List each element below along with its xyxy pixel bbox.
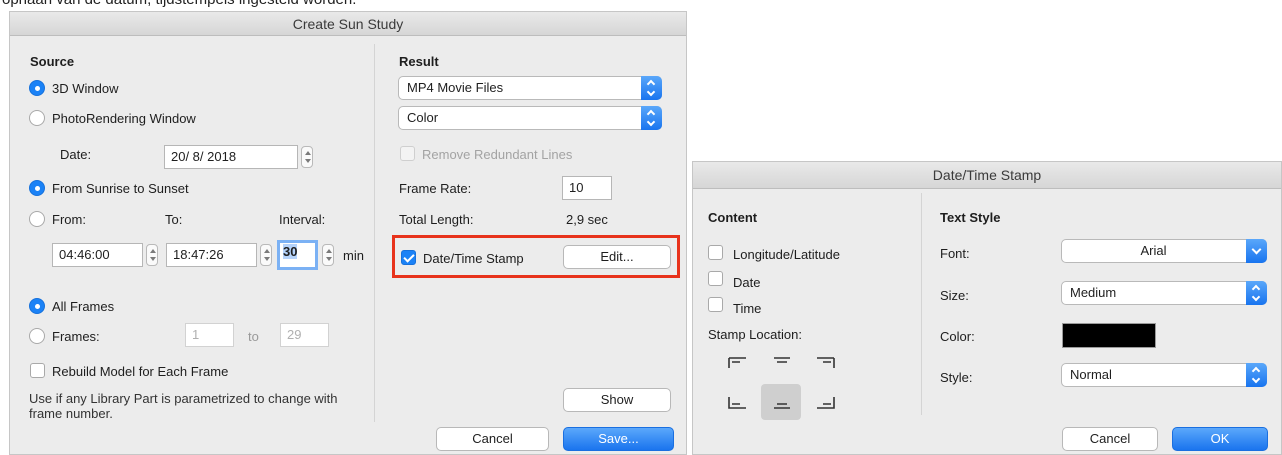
updown-arrow-icon <box>1246 281 1267 305</box>
radio-photorendering-window[interactable] <box>29 110 45 126</box>
font-popup[interactable]: Arial <box>1061 239 1267 263</box>
location-bottom-right-icon[interactable] <box>815 396 835 410</box>
text-style-heading: Text Style <box>940 210 1001 225</box>
from-time-field[interactable]: 04:46:00 <box>52 243 143 267</box>
ok-button[interactable]: OK <box>1172 427 1268 451</box>
total-length-label: Total Length: <box>399 212 474 227</box>
style-label: Style: <box>940 370 973 385</box>
radio-sunrise-label: From Sunrise to Sunset <box>52 181 189 196</box>
to-time-field[interactable]: 18:47:26 <box>166 243 257 267</box>
longitude-latitude-checkbox[interactable] <box>708 245 723 260</box>
remove-redundant-lines-label: Remove Redundant Lines <box>422 147 573 162</box>
location-top-right-icon[interactable] <box>815 356 835 370</box>
date-checkbox[interactable] <box>708 271 723 286</box>
location-bottom-center-icon[interactable] <box>772 396 792 410</box>
frame-rate-value: 10 <box>569 180 584 195</box>
source-heading: Source <box>30 54 75 69</box>
frames-from-field[interactable]: 1 <box>185 323 234 347</box>
date-field[interactable]: 20/ 8/ 2018 <box>164 145 298 169</box>
rebuild-model-label: Rebuild Model for Each Frame <box>52 364 229 379</box>
total-length-value: 2,9 sec <box>566 212 608 227</box>
radio-sunrise-to-sunset[interactable] <box>29 180 45 196</box>
radio-all-frames-label: All Frames <box>52 299 115 314</box>
style-popup[interactable]: Normal <box>1061 363 1267 387</box>
interval-value: 30 <box>283 244 298 259</box>
location-bottom-left-icon[interactable] <box>728 396 748 410</box>
from-time-stepper[interactable] <box>146 244 158 266</box>
frames-to-label: to <box>248 329 259 344</box>
cancel-button[interactable]: Cancel <box>436 427 549 451</box>
frame-rate-label: Frame Rate: <box>399 181 472 196</box>
rebuild-model-checkbox[interactable] <box>30 363 45 378</box>
result-heading: Result <box>399 54 439 69</box>
location-top-center-icon[interactable] <box>772 356 792 370</box>
date-checkbox-label: Date <box>733 275 761 290</box>
radio-3d-window[interactable] <box>29 80 45 96</box>
radio-all-frames[interactable] <box>29 298 45 314</box>
stamp-cancel-button[interactable]: Cancel <box>1062 427 1158 451</box>
output-format-value: MP4 Movie Files <box>407 80 504 95</box>
color-swatch[interactable] <box>1062 323 1156 348</box>
min-label: min <box>343 248 364 263</box>
content-heading: Content <box>708 210 758 225</box>
date-value: 20/ 8/ 2018 <box>171 149 237 164</box>
frame-rate-field[interactable]: 10 <box>562 176 612 200</box>
location-top-left-icon[interactable] <box>728 356 748 370</box>
page-caption: opnaan van de datum, tijdstempels ingest… <box>2 0 356 8</box>
to-time-value: 18:47:26 <box>173 247 224 262</box>
edit-button[interactable]: Edit... <box>563 245 671 269</box>
color-mode-value: Color <box>407 110 439 125</box>
radio-3d-window-label: 3D Window <box>52 81 119 96</box>
stamp-location-label: Stamp Location: <box>708 327 802 342</box>
interval-label: Interval: <box>279 212 326 227</box>
frames-to-value: 29 <box>287 327 302 342</box>
frames-to-field[interactable]: 29 <box>280 323 329 347</box>
frames-from-value: 1 <box>192 327 200 342</box>
dialog-title: Create Sun Study <box>10 12 686 36</box>
output-format-popup[interactable]: MP4 Movie Files <box>398 76 662 100</box>
interval-field[interactable]: 30 <box>277 240 318 270</box>
updown-arrow-icon <box>641 76 662 100</box>
save-button[interactable]: Save... <box>563 427 674 451</box>
remove-redundant-lines-checkbox[interactable] <box>400 146 415 161</box>
longitude-latitude-label: Longitude/Latitude <box>733 247 840 262</box>
style-value: Normal <box>1070 367 1112 382</box>
radio-photorendering-label: PhotoRendering Window <box>52 111 196 126</box>
radio-from-label: From: <box>52 212 86 227</box>
font-value: Arial <box>1140 243 1167 258</box>
show-button[interactable]: Show <box>563 388 671 412</box>
to-label: To: <box>165 212 183 227</box>
size-popup[interactable]: Medium <box>1061 281 1267 305</box>
interval-stepper[interactable] <box>322 244 334 266</box>
updown-arrow-icon <box>1246 363 1267 387</box>
color-mode-popup[interactable]: Color <box>398 106 662 130</box>
color-label: Color: <box>940 329 975 344</box>
time-checkbox[interactable] <box>708 297 723 312</box>
date-time-stamp-checkbox[interactable] <box>401 250 416 265</box>
stamp-dialog-title: Date/Time Stamp <box>693 162 1281 189</box>
date-stepper[interactable] <box>301 146 313 168</box>
date-label: Date: <box>60 147 92 162</box>
chevron-down-icon <box>1246 239 1267 263</box>
to-time-stepper[interactable] <box>260 244 272 266</box>
radio-frames[interactable] <box>29 328 45 344</box>
rebuild-note: Use if any Library Part is parametrized … <box>29 391 338 421</box>
date-time-stamp-label: Date/Time Stamp <box>423 251 524 266</box>
time-checkbox-label: Time <box>733 301 762 316</box>
size-label: Size: <box>940 288 969 303</box>
stamp-section-divider <box>921 193 922 415</box>
updown-arrow-icon <box>641 106 662 130</box>
from-time-value: 04:46:00 <box>59 247 110 262</box>
radio-from[interactable] <box>29 211 45 227</box>
font-label: Font: <box>940 246 970 261</box>
radio-frames-label: Frames: <box>52 329 100 344</box>
section-divider <box>374 44 375 422</box>
size-value: Medium <box>1070 285 1117 300</box>
